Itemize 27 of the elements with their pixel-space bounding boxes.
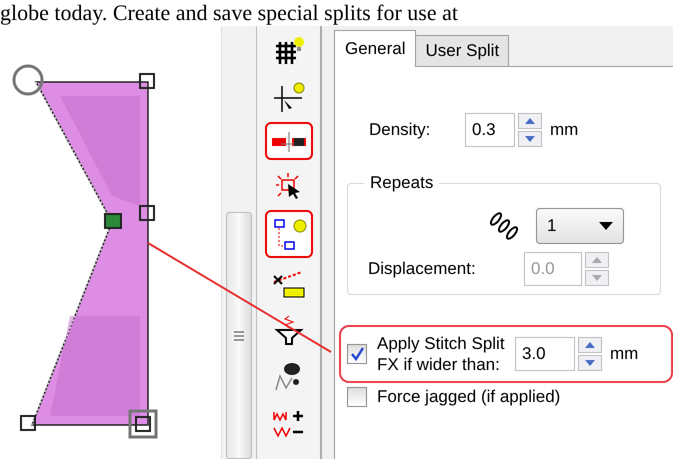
checkbox[interactable]: [347, 344, 367, 364]
group-title: Repeats: [364, 173, 440, 193]
funnel-icon: [272, 314, 306, 346]
tab[interactable]: User Split: [415, 35, 510, 66]
checkbox-label: Apply Stitch Split FX if wider than:: [377, 333, 506, 375]
checkbox[interactable]: [347, 387, 367, 407]
spin-down-button[interactable]: [578, 355, 602, 371]
tab[interactable]: General: [334, 30, 416, 67]
grip-icon: [234, 330, 244, 342]
spin-down-button[interactable]: [518, 131, 542, 147]
density-field[interactable]: 0.3: [465, 113, 515, 147]
checkbox-label: Force jagged (if applied): [377, 387, 560, 407]
unit-label: mm: [550, 120, 578, 140]
checkmark-icon: [349, 346, 365, 362]
repeats-dropdown[interactable]: 1: [536, 208, 624, 244]
caret-icon: [599, 222, 613, 230]
toolbar-button[interactable]: [264, 122, 312, 160]
density-label: Density:: [369, 120, 432, 140]
split-width-field[interactable]: 3.0: [515, 337, 575, 371]
toolbar-button[interactable]: [264, 210, 312, 258]
unit-label: mm: [610, 344, 638, 364]
spin-up-button[interactable]: [518, 113, 542, 129]
caption-text: globe today. Create and save special splits for use at: [0, 0, 459, 26]
displacement-label: Displacement:: [368, 259, 477, 279]
scrollbar-thumb[interactable]: [226, 212, 252, 459]
crosshair-bulb-icon: [272, 80, 306, 112]
spin-up-button[interactable]: [578, 337, 602, 353]
